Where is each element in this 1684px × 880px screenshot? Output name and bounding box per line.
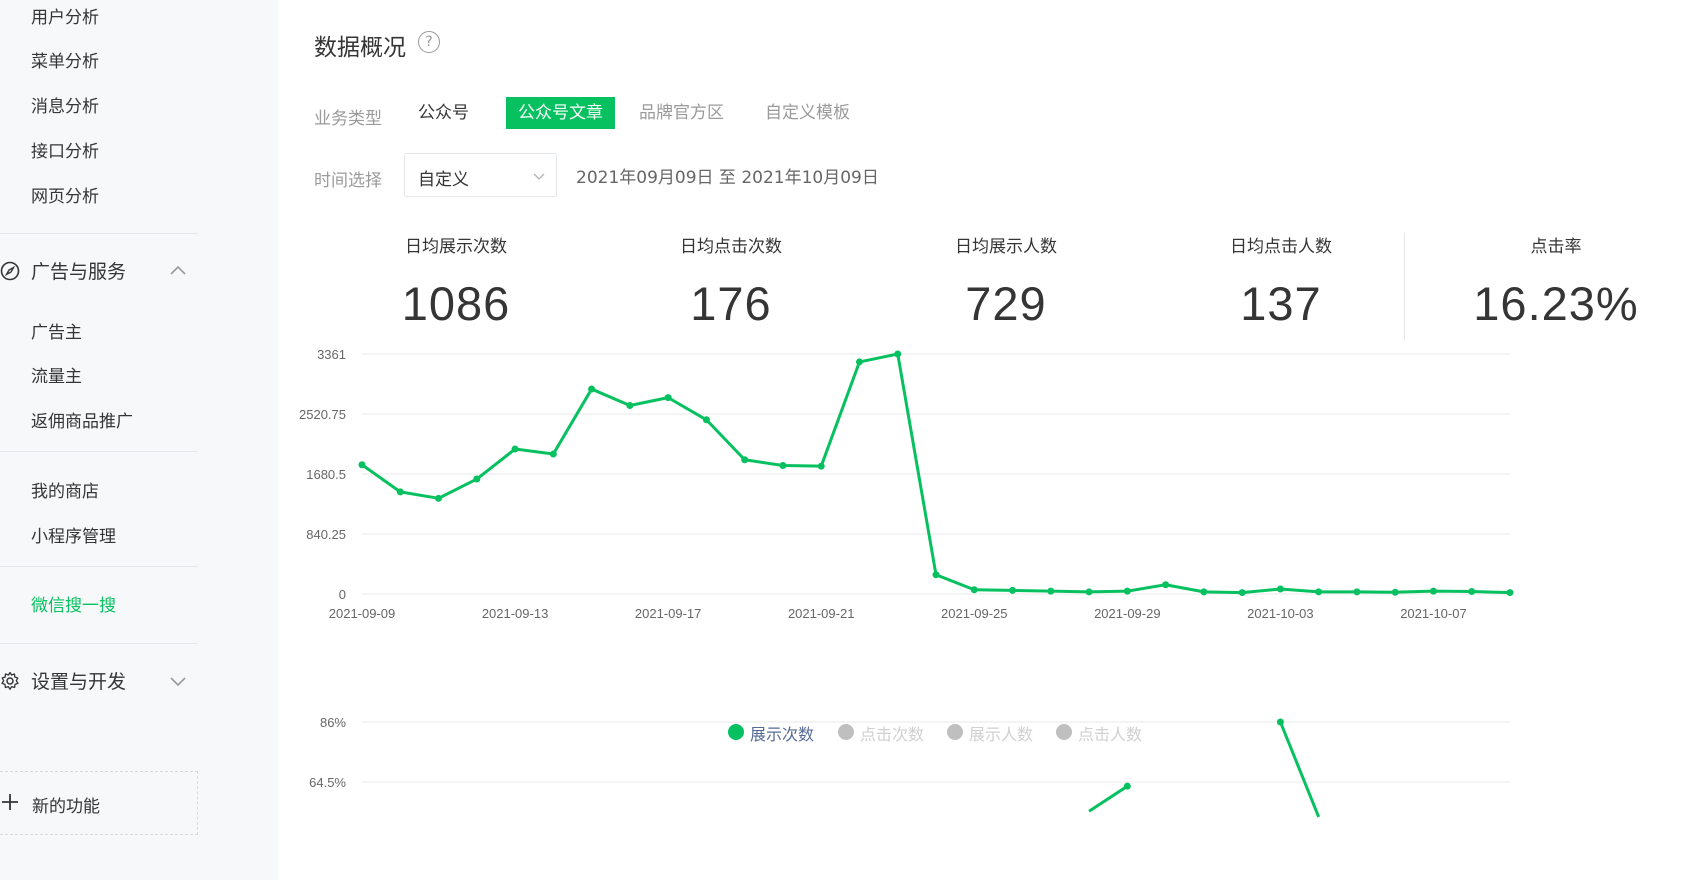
sidebar-section-settings-label: 设置与开发 <box>31 671 127 693</box>
data-point <box>1123 782 1131 790</box>
sidebar-divider <box>0 451 198 452</box>
data-point <box>1506 589 1514 597</box>
legend-label: 点击人数 <box>1078 725 1143 744</box>
sidebar-item-my-shop[interactable]: 我的商店 <box>31 477 99 502</box>
sidebar-item-advertiser[interactable]: 广告主 <box>31 318 82 343</box>
data-point <box>511 445 519 453</box>
data-point <box>1047 587 1055 595</box>
legend-label: 展示次数 <box>750 725 815 744</box>
data-point <box>894 350 902 358</box>
data-point <box>1391 588 1399 596</box>
data-point <box>358 461 366 469</box>
data-point <box>779 461 787 469</box>
data-point <box>1123 587 1131 595</box>
data-point <box>1009 586 1017 594</box>
sidebar-item-publisher[interactable]: 流量主 <box>31 362 82 387</box>
data-point <box>1162 581 1170 589</box>
sidebar-item-menu-analysis[interactable]: 菜单分析 <box>31 47 99 72</box>
sidebar-item-message-analysis[interactable]: 消息分析 <box>31 92 99 117</box>
sidebar-item-commission[interactable]: 返佣商品推广 <box>31 407 133 432</box>
data-point <box>1315 588 1323 596</box>
data-point <box>1353 588 1361 596</box>
plus-icon <box>2 794 18 810</box>
x-tick-label: 2021-09-29 <box>1094 606 1161 621</box>
x-tick-label: 2021-09-09 <box>329 606 396 621</box>
data-point <box>626 401 634 409</box>
sidebar-item-api-analysis[interactable]: 接口分析 <box>31 137 99 162</box>
gear-icon <box>1 671 19 690</box>
sidebar-item-wechat-search[interactable]: 微信搜一搜 <box>31 591 116 616</box>
data-point <box>702 416 710 424</box>
data-point <box>932 571 940 579</box>
data-point <box>1276 585 1284 593</box>
new-feature-label: 新的功能 <box>32 797 100 817</box>
x-tick-label: 2021-09-13 <box>482 606 548 621</box>
data-point <box>817 462 825 470</box>
data-point <box>1238 589 1246 597</box>
legend-label: 展示人数 <box>969 725 1034 744</box>
sidebar-section-ads[interactable]: 广告与服务 <box>0 255 198 285</box>
series-line <box>361 352 1511 595</box>
sidebar-divider <box>0 233 198 234</box>
data-point <box>741 456 749 464</box>
y-tick-label: 1680.5 <box>306 467 346 482</box>
y-tick-label: 3361 <box>317 347 346 362</box>
x-tick-label: 2021-09-17 <box>635 606 702 621</box>
data-point <box>1429 587 1437 595</box>
sidebar-divider <box>0 643 198 644</box>
sidebar-section-ads-label: 广告与服务 <box>31 261 127 283</box>
data-point <box>588 385 596 393</box>
data-point <box>1085 588 1093 596</box>
new-feature-button[interactable]: 新的功能 <box>0 771 198 835</box>
x-tick-label: 2021-10-07 <box>1400 606 1467 621</box>
x-tick-label: 2021-09-25 <box>941 606 1008 621</box>
y-tick-label: 840.25 <box>306 527 346 542</box>
legend-dot-icon <box>728 724 744 740</box>
sidebar-section-settings[interactable]: 设置与开发 <box>0 665 198 695</box>
trend-chart: 0 840.25 1680.5 2520.75 3361 2021-09-09 2021-0… <box>299 347 1514 818</box>
main-content: 数据概况 ? 业务类型 公众号 公众号文章 品牌官方区 自定义模板 时间选择 自… <box>278 0 1684 880</box>
sidebar-item-user-analysis[interactable]: 用户分析 <box>31 3 99 28</box>
data-point <box>435 494 443 502</box>
compass-icon <box>0 261 20 281</box>
data-point <box>664 394 672 402</box>
data-point <box>855 358 863 366</box>
sidebar: 用户分析 菜单分析 消息分析 接口分析 网页分析 广告与服务 广告主 流量主 返… <box>0 0 278 880</box>
legend-dot-icon <box>1056 724 1072 740</box>
sidebar-divider <box>0 566 198 567</box>
sidebar-item-miniprogram[interactable]: 小程序管理 <box>31 522 116 547</box>
chart-legend: 展示次数 点击次数 展示人数 点击人数 <box>278 720 1684 744</box>
x-tick-label: 2021-10-03 <box>1247 606 1314 621</box>
series-line <box>1088 784 1129 813</box>
data-point <box>396 488 404 496</box>
data-point <box>1200 588 1208 596</box>
x-tick-label: 2021-09-21 <box>788 606 855 621</box>
legend-label: 点击次数 <box>860 725 925 744</box>
data-point <box>473 475 481 483</box>
y-tick-label: 0 <box>339 587 346 602</box>
chevron-down-icon[interactable] <box>168 671 188 691</box>
data-point <box>1468 588 1476 596</box>
legend-dot-icon <box>838 724 854 740</box>
y-tick-label: 2520.75 <box>299 407 346 422</box>
chevron-up-icon[interactable] <box>168 261 188 281</box>
sidebar-item-web-analysis[interactable]: 网页分析 <box>31 182 99 207</box>
legend-dot-icon <box>947 724 963 740</box>
data-point <box>549 450 557 458</box>
y-tick-label: 64.5% <box>309 775 346 790</box>
data-point <box>970 586 978 594</box>
